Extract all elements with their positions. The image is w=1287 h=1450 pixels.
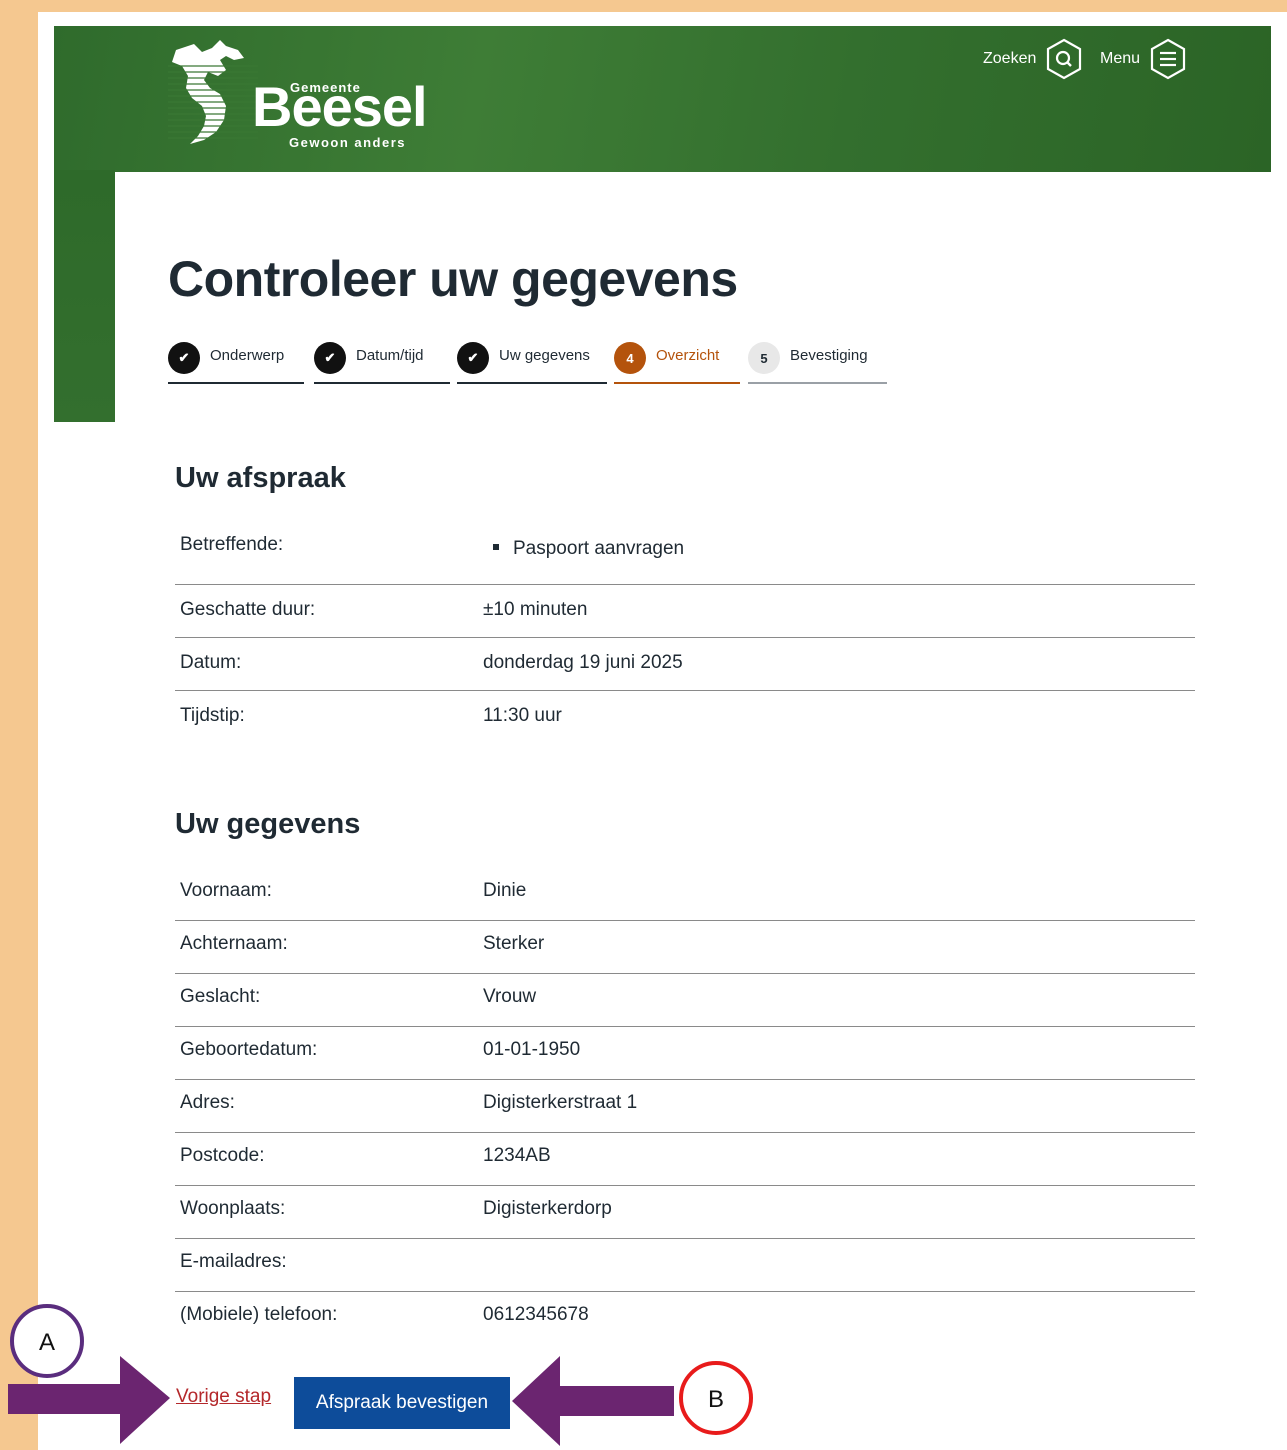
table-row: Datum: donderdag 19 juni 2025 (175, 638, 1195, 691)
row-label: Geslacht: (180, 986, 261, 1007)
row-label: Geschatte duur: (180, 599, 316, 620)
table-row: (Mobiele) telefoon: 0612345678 (175, 1292, 1195, 1345)
personal-heading: Uw gegevens (175, 808, 361, 840)
bullet-icon (493, 543, 499, 550)
table-row: Geslacht: Vrouw (175, 974, 1195, 1027)
row-value (483, 1251, 1195, 1291)
row-label: (Mobiele) telefoon: (180, 1304, 338, 1325)
search-label: Zoeken (983, 50, 1037, 67)
row-label: Achternaam: (180, 933, 288, 954)
row-value: Dinie (483, 880, 527, 901)
row-label: Geboortedatum: (180, 1039, 318, 1060)
table-row: E-mailadres: (175, 1239, 1195, 1292)
check-icon: ✔ (168, 342, 200, 374)
table-row: Betreffende: Paspoort aanvragen (175, 532, 1195, 585)
row-value: 01-01-1950 (483, 1039, 581, 1060)
dragon-logo-icon (168, 40, 258, 144)
table-row: Voornaam: Dinie (175, 868, 1195, 921)
hamburger-icon (1150, 38, 1186, 80)
row-label: Adres: (180, 1092, 235, 1113)
step-number: 5 (748, 342, 780, 374)
row-value: Digisterkerstraat 1 (483, 1092, 638, 1113)
row-label: Woonplaats: (180, 1198, 286, 1219)
logo-beesel-text: Beesel (252, 75, 428, 138)
table-row: Woonplaats: Digisterkerdorp (175, 1186, 1195, 1239)
row-label: Postcode: (180, 1145, 265, 1166)
step-label: Bevestiging (790, 347, 868, 364)
row-value: ±10 minuten (483, 599, 588, 620)
check-icon: ✔ (457, 342, 489, 374)
search-icon (1047, 38, 1082, 80)
menu-label: Menu (1100, 50, 1141, 67)
step-onderwerp[interactable]: ✔ Onderwerp (168, 340, 304, 384)
row-label: Voornaam: (180, 880, 272, 901)
menu-button[interactable]: Menu (1100, 38, 1188, 80)
row-value: 0612345678 (483, 1304, 589, 1325)
logo-tagline: Gewoon anders (289, 135, 407, 150)
table-row: Achternaam: Sterker (175, 921, 1195, 974)
row-label: Datum: (180, 652, 242, 673)
search-button[interactable]: Zoeken (983, 38, 1084, 80)
header-side-band (54, 170, 115, 422)
step-datum-tijd[interactable]: ✔ Datum/tijd (314, 340, 450, 384)
row-value: Paspoort aanvragen (483, 534, 1195, 584)
personal-table: Voornaam: Dinie Achternaam: Sterker Gesl… (175, 868, 1195, 1345)
row-value: donderdag 19 juni 2025 (483, 652, 683, 673)
check-icon: ✔ (314, 342, 346, 374)
table-row: Geboortedatum: 01-01-1950 (175, 1027, 1195, 1080)
row-value: 11:30 uur (483, 705, 562, 726)
previous-step-link[interactable]: Vorige stap (176, 1386, 271, 1408)
row-label: Tijdstip: (180, 705, 245, 726)
appointment-heading: Uw afspraak (175, 462, 346, 494)
step-label: Onderwerp (210, 347, 285, 364)
row-label: Betreffende: (180, 534, 284, 555)
row-value: 1234AB (483, 1145, 551, 1166)
table-row: Geschatte duur: ±10 minuten (175, 585, 1195, 638)
step-label: Datum/tijd (356, 347, 424, 364)
step-label: Overzicht (656, 347, 720, 364)
appointment-table: Betreffende: Paspoort aanvragen Geschatt… (175, 532, 1195, 744)
subject-value: Paspoort aanvragen (513, 538, 685, 559)
table-row: Tijdstip: 11:30 uur (175, 691, 1195, 744)
row-value: Sterker (483, 933, 545, 954)
step-bevestiging: 5 Bevestiging (748, 340, 887, 384)
confirm-appointment-button[interactable]: Afspraak bevestigen (294, 1377, 510, 1429)
row-value: Digisterkerdorp (483, 1198, 612, 1219)
table-row: Adres: Digisterkerstraat 1 (175, 1080, 1195, 1133)
row-label: E-mailadres: (180, 1251, 287, 1272)
step-uw-gegevens[interactable]: ✔ Uw gegevens (457, 340, 607, 384)
row-value: Vrouw (483, 986, 537, 1007)
page-title: Controleer uw gegevens (168, 251, 738, 307)
step-label: Uw gegevens (499, 347, 590, 364)
step-overzicht: 4 Overzicht (614, 340, 740, 384)
step-number: 4 (614, 342, 646, 374)
table-row: Postcode: 1234AB (175, 1133, 1195, 1186)
